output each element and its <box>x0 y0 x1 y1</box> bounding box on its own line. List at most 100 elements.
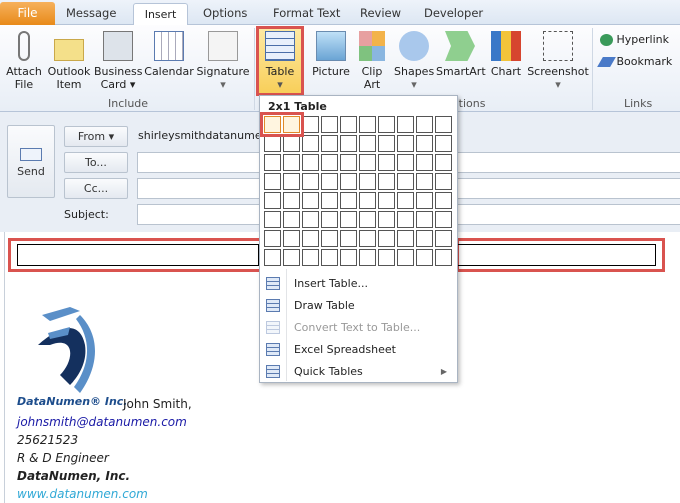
table-grid-cell[interactable] <box>264 211 281 228</box>
clip-art-button[interactable]: Clip Art <box>356 31 388 91</box>
table-grid-cell[interactable] <box>435 173 452 190</box>
table-grid-cell[interactable] <box>378 154 395 171</box>
table-grid-cell[interactable] <box>340 211 357 228</box>
chart-button[interactable]: Chart <box>489 31 523 78</box>
table-grid-cell[interactable] <box>416 154 433 171</box>
table-grid-cell[interactable] <box>416 230 433 247</box>
tab-insert[interactable]: Insert <box>133 3 188 26</box>
table-grid-cell[interactable] <box>340 173 357 190</box>
menu-item-draw-table[interactable]: Draw Table <box>260 295 457 317</box>
inserted-table-cell[interactable] <box>458 244 656 266</box>
table-grid-cell[interactable] <box>378 192 395 209</box>
table-grid-cell[interactable] <box>283 211 300 228</box>
business-card-button[interactable]: Business Card ▾ <box>94 31 143 91</box>
table-grid-cell[interactable] <box>378 173 395 190</box>
table-grid-cell[interactable] <box>321 230 338 247</box>
signature-website[interactable]: www.datanumen.com <box>17 485 148 503</box>
table-grid-cell[interactable] <box>435 249 452 266</box>
table-grid-cell[interactable] <box>378 230 395 247</box>
table-grid-cell[interactable] <box>397 154 414 171</box>
from-button[interactable]: From ▾ <box>64 126 128 147</box>
table-grid-cell[interactable] <box>397 211 414 228</box>
table-grid-cell[interactable] <box>264 230 281 247</box>
table-grid-cell[interactable] <box>283 154 300 171</box>
table-grid-cell[interactable] <box>340 249 357 266</box>
table-grid-cell[interactable] <box>359 249 376 266</box>
table-grid-cell[interactable] <box>283 173 300 190</box>
table-grid-cell[interactable] <box>397 192 414 209</box>
table-grid-cell[interactable] <box>359 154 376 171</box>
send-button[interactable]: Send <box>7 125 55 198</box>
tab-file[interactable]: File <box>0 2 55 25</box>
table-grid-cell[interactable] <box>359 135 376 152</box>
shapes-button[interactable]: Shapes ▾ <box>394 31 434 91</box>
table-grid-cell[interactable] <box>302 249 319 266</box>
table-grid-cell[interactable] <box>416 116 433 133</box>
table-grid-cell[interactable] <box>378 116 395 133</box>
tab-message[interactable]: Message <box>66 6 116 20</box>
table-grid-cell[interactable] <box>302 154 319 171</box>
table-grid-cell[interactable] <box>264 192 281 209</box>
table-grid-cell[interactable] <box>321 154 338 171</box>
table-grid-cell[interactable] <box>435 154 452 171</box>
table-grid-cell[interactable] <box>416 135 433 152</box>
menu-item-excel-spreadsheet[interactable]: Excel Spreadsheet <box>260 339 457 361</box>
table-grid-cell[interactable] <box>397 173 414 190</box>
table-grid-cell[interactable] <box>321 249 338 266</box>
table-grid-cell[interactable] <box>302 192 319 209</box>
table-grid-cell[interactable] <box>359 211 376 228</box>
table-grid-cell[interactable] <box>264 135 281 152</box>
table-grid-cell[interactable] <box>416 173 433 190</box>
table-grid-cell[interactable] <box>435 211 452 228</box>
table-grid-cell[interactable] <box>321 192 338 209</box>
table-grid-cell[interactable] <box>340 230 357 247</box>
table-grid-cell[interactable] <box>340 116 357 133</box>
table-grid-cell[interactable] <box>397 135 414 152</box>
table-grid-cell[interactable] <box>435 135 452 152</box>
tab-format-text[interactable]: Format Text <box>273 6 340 20</box>
table-grid-cell[interactable] <box>359 230 376 247</box>
table-grid-cell[interactable] <box>264 173 281 190</box>
picture-button[interactable]: Picture <box>310 31 352 78</box>
menu-item-insert-table[interactable]: Insert Table... <box>260 273 457 295</box>
table-grid-cell[interactable] <box>321 135 338 152</box>
table-grid-cell[interactable] <box>302 116 319 133</box>
table-grid-cell[interactable] <box>397 116 414 133</box>
table-grid-cell[interactable] <box>264 154 281 171</box>
table-grid-cell[interactable] <box>435 230 452 247</box>
attach-file-button[interactable]: Attach File <box>5 31 43 91</box>
tab-options[interactable]: Options <box>203 6 247 20</box>
table-grid-cell[interactable] <box>283 135 300 152</box>
tab-review[interactable]: Review <box>360 6 401 20</box>
hyperlink-button[interactable]: Hyperlink <box>600 33 669 46</box>
table-grid-cell[interactable] <box>340 192 357 209</box>
table-grid-cell[interactable] <box>416 211 433 228</box>
outlook-item-button[interactable]: Outlook Item <box>46 31 92 91</box>
table-grid-cell[interactable] <box>302 230 319 247</box>
table-grid-cell[interactable] <box>378 135 395 152</box>
calendar-button[interactable]: Calendar <box>144 31 194 78</box>
table-grid-cell[interactable] <box>378 211 395 228</box>
website-link[interactable]: www.datanumen.com <box>17 487 148 501</box>
table-grid-cell[interactable] <box>321 173 338 190</box>
inserted-table-cell[interactable] <box>17 244 259 266</box>
signature-button[interactable]: Signature ▾ <box>196 31 250 91</box>
bookmark-button[interactable]: Bookmark <box>597 55 672 68</box>
table-grid-cell[interactable] <box>340 135 357 152</box>
email-link[interactable]: johnsmith@datanumen.com <box>17 415 187 429</box>
table-grid-cell[interactable] <box>359 173 376 190</box>
table-grid-cell[interactable] <box>302 135 319 152</box>
tab-developer[interactable]: Developer <box>424 6 483 20</box>
screenshot-button[interactable]: Screenshot ▾ <box>527 31 589 91</box>
table-grid-cell[interactable] <box>264 249 281 266</box>
menu-item-quick-tables[interactable]: Quick Tables ▶ <box>260 361 457 383</box>
signature-email[interactable]: johnsmith@datanumen.com <box>17 413 187 431</box>
table-grid-cell[interactable] <box>416 192 433 209</box>
table-grid-cell[interactable] <box>397 249 414 266</box>
to-button[interactable]: To... <box>64 152 128 173</box>
table-grid-cell[interactable] <box>283 230 300 247</box>
table-grid-cell[interactable] <box>435 192 452 209</box>
table-grid-cell[interactable] <box>359 192 376 209</box>
smartart-button[interactable]: SmartArt <box>436 31 486 78</box>
table-grid-cell[interactable] <box>340 154 357 171</box>
